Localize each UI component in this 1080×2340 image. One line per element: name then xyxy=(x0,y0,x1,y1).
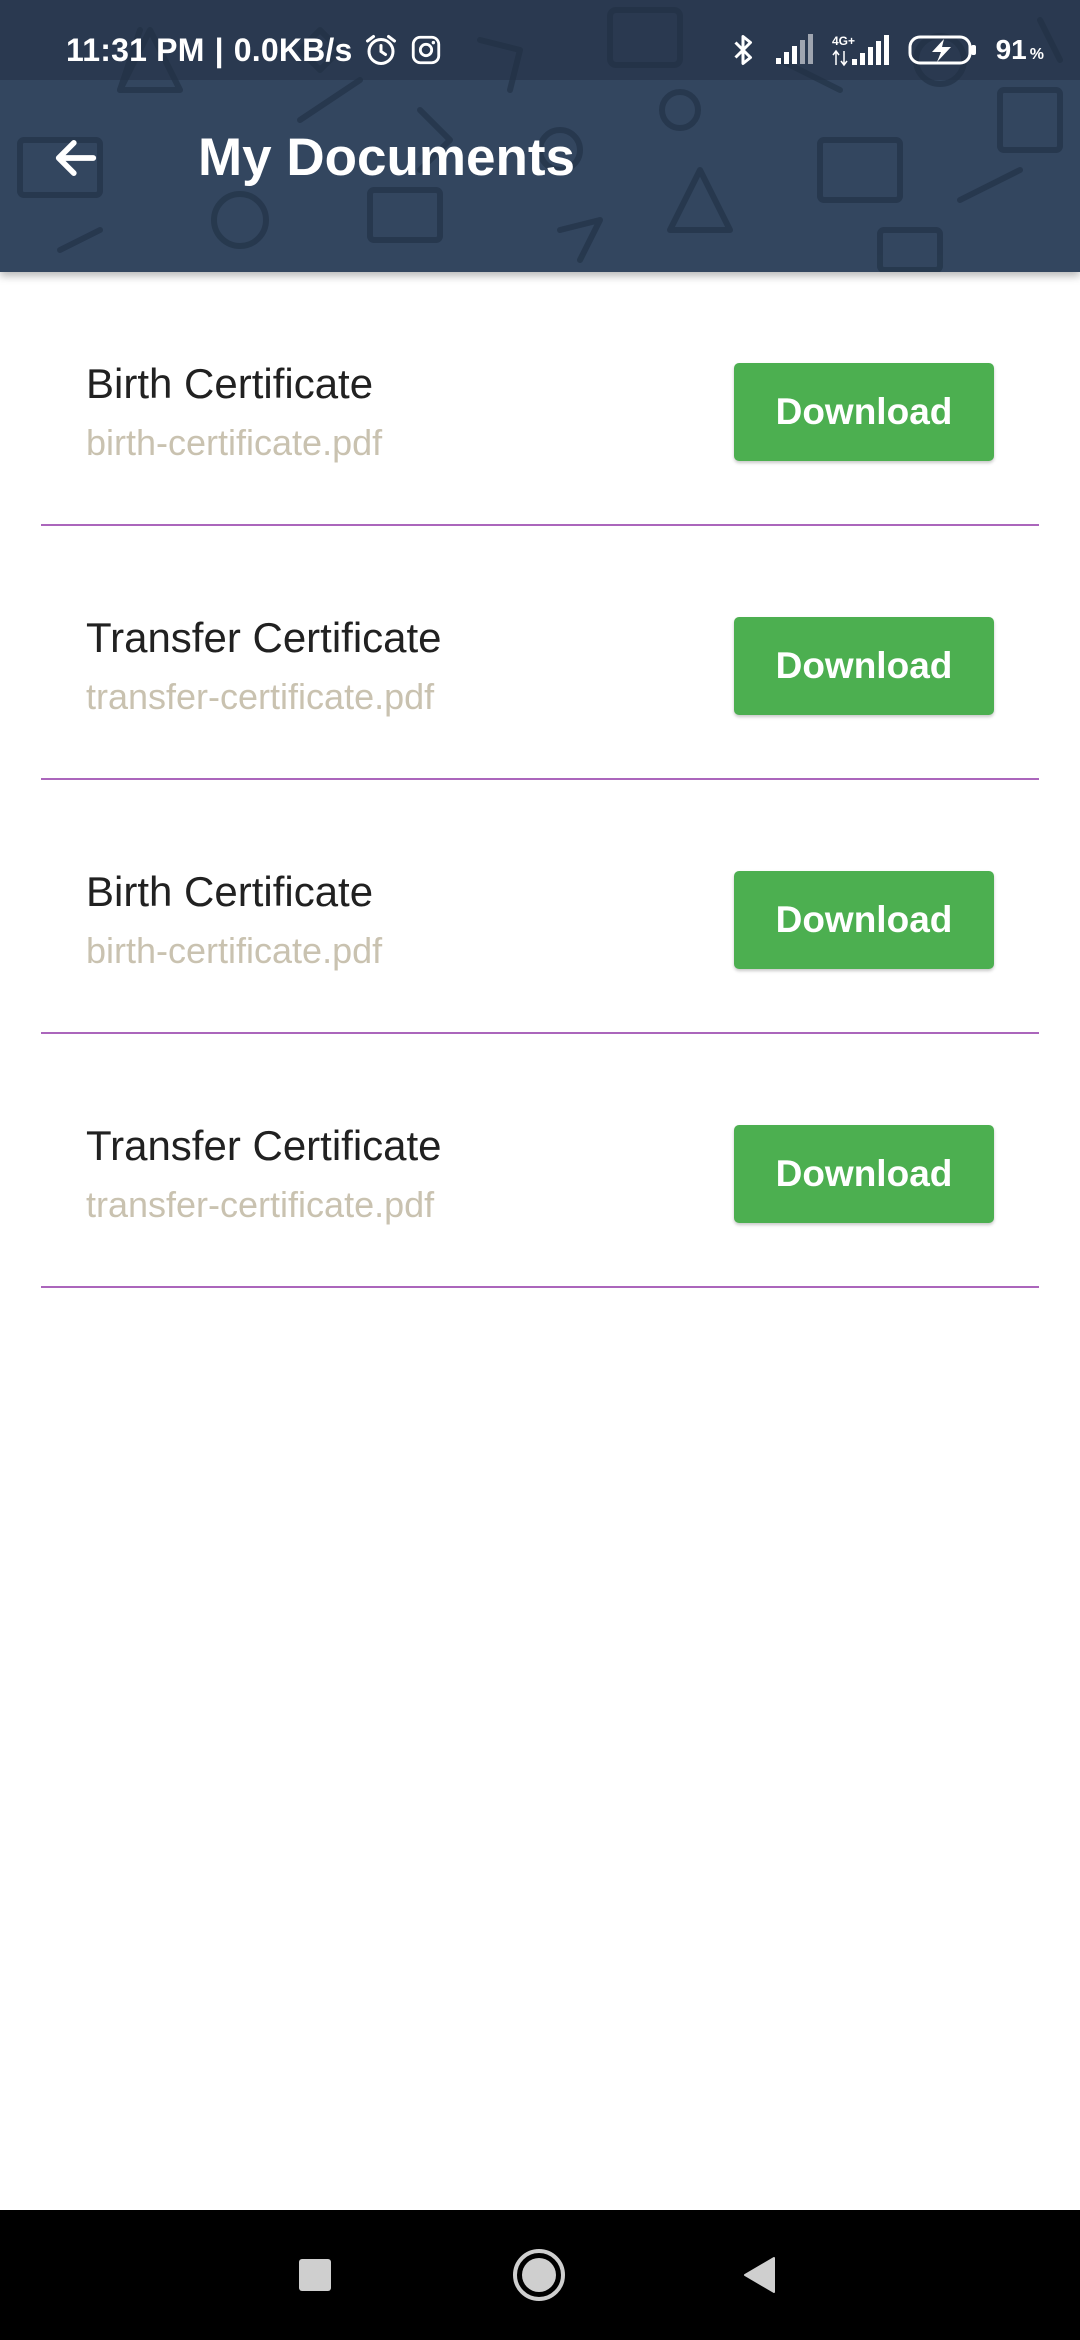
page-title: My Documents xyxy=(198,128,575,187)
arrow-left-icon xyxy=(55,140,97,176)
app-bar: My Documents xyxy=(0,80,1080,272)
bluetooth-icon xyxy=(730,32,756,68)
document-item: Transfer Certificate transfer-certificat… xyxy=(0,1034,1080,1288)
battery-charging-icon xyxy=(908,33,978,67)
battery-level: 91% xyxy=(996,34,1044,66)
battery-percent: 91 xyxy=(995,34,1027,65)
nav-back-button[interactable] xyxy=(700,2210,820,2340)
download-button[interactable]: Download xyxy=(734,363,994,461)
battery-unit: % xyxy=(1029,46,1044,63)
home-button[interactable] xyxy=(479,2210,599,2340)
document-item: Transfer Certificate transfer-certificat… xyxy=(0,526,1080,780)
network-type-label: 4G+ xyxy=(832,34,855,48)
signal-4g-icon: 4G+ xyxy=(832,33,890,67)
home-circle-icon xyxy=(513,2249,565,2301)
document-title: Birth Certificate xyxy=(86,868,374,915)
navigation-bar xyxy=(0,2210,1080,2340)
document-title: Transfer Certificate xyxy=(86,614,442,661)
document-title: Birth Certificate xyxy=(86,360,374,407)
recents-square-icon xyxy=(299,2259,331,2291)
document-item: Birth Certificate birth-certificate.pdf … xyxy=(0,780,1080,1034)
document-filename: birth-certificate.pdf xyxy=(86,930,383,971)
document-filename: transfer-certificate.pdf xyxy=(86,676,435,717)
document-filename: transfer-certificate.pdf xyxy=(86,1184,435,1225)
document-item: Birth Certificate birth-certificate.pdf … xyxy=(0,272,1080,526)
document-title: Transfer Certificate xyxy=(86,1122,442,1169)
divider xyxy=(41,1286,1039,1288)
status-time: 11:31 PM xyxy=(66,31,205,68)
download-button[interactable]: Download xyxy=(734,1125,994,1223)
download-button[interactable]: Download xyxy=(734,617,994,715)
back-triangle-icon xyxy=(744,2257,775,2293)
document-list: Birth Certificate birth-certificate.pdf … xyxy=(0,272,1080,1288)
header: 11:31 PM | 0.0KB/s 4G+ 91 % My Documents xyxy=(0,0,1080,272)
signal-icon xyxy=(774,34,814,66)
back-button[interactable] xyxy=(40,122,112,194)
download-button[interactable]: Download xyxy=(734,871,994,969)
recents-button[interactable] xyxy=(255,2210,375,2340)
document-filename: birth-certificate.pdf xyxy=(86,422,383,463)
